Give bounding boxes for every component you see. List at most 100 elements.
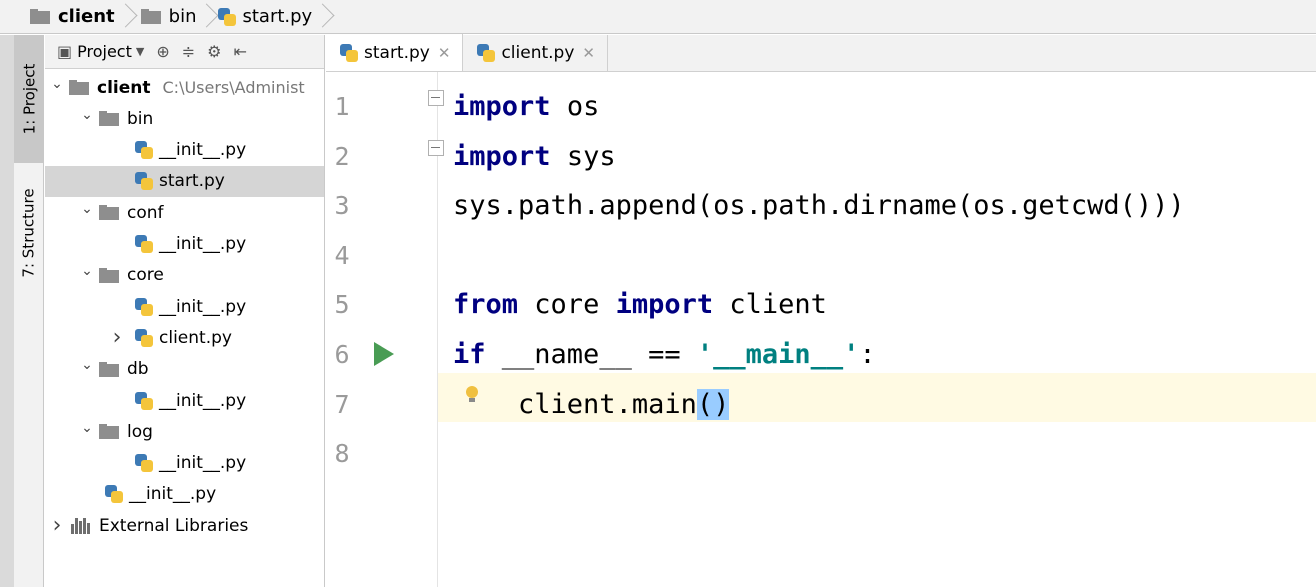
tree-row[interactable]: __init__.py [45,448,324,479]
chevron-down-icon[interactable]: ⌄ [49,76,65,92]
editor-tab-start-py[interactable]: start.py ✕ [326,34,464,71]
chevron-down-icon[interactable]: ⌄ [79,107,95,123]
scroll-from-source-icon[interactable]: ⊕ [156,42,169,61]
editor-tab-bar: start.py ✕ client.py ✕ [326,34,1316,72]
chevron-right-icon[interactable]: › [109,325,125,350]
tree-label: __init__.py [159,140,247,161]
code-line[interactable]: 6 if __name__ == '__main__': [326,330,1316,379]
tree-row[interactable]: __init__.py [45,385,324,416]
tab-project[interactable]: 1: Project [14,35,44,163]
chevron-down-icon: ▼ [135,45,145,58]
line-number: 4 [334,240,350,270]
chevron-right-icon[interactable]: › [49,513,65,538]
tree-row[interactable]: ⌄ client C:\Users\Administ [45,72,324,103]
chevron-down-icon[interactable]: ⌄ [79,357,95,373]
tab-structure-label: 7: Structure [20,188,38,278]
code-token: == [631,339,697,370]
project-toolbar: ▣ Project ▼ ⊕ ≑ ⚙ ⇤ [45,35,324,69]
tree-row[interactable]: __init__.py [45,291,324,322]
line-number: 2 [334,141,350,171]
folder-icon [99,205,121,221]
code-token: os [713,190,746,222]
tree-row[interactable]: __init__.py [45,229,324,260]
code-token: . [826,190,844,222]
project-view-icon: ▣ [57,42,73,61]
code-token: ( [957,190,974,222]
code-line[interactable]: 8 [326,429,1316,478]
close-icon[interactable]: ✕ [438,44,451,62]
code-line[interactable]: 4 [326,231,1316,280]
folder-icon [99,361,121,377]
breadcrumb-item-client[interactable]: client [26,0,115,34]
code-line[interactable]: 2 import sys [326,132,1316,181]
tree-row[interactable]: __init__.py [45,479,324,510]
code-token: () [1119,190,1153,222]
keyword-token: import [453,140,551,172]
tree-row[interactable]: › client.py [45,322,324,353]
code-line[interactable]: 3 sys.path.append(os.path.dirname(os.getc… [326,181,1316,230]
chevron-down-icon[interactable]: ⌄ [79,420,95,436]
code-token: sys [453,190,502,222]
tree-row[interactable]: ⌄ db [45,354,324,385]
collapse-all-icon[interactable]: ≑ [182,42,195,61]
code-text: from core import client [453,289,827,320]
breadcrumb-item-bin[interactable]: bin [137,0,197,34]
project-view-label: Project [77,42,132,61]
tree-path-hint: C:\Users\Administ [162,78,305,97]
code-token: client [729,289,827,321]
tab-project-label: 1: Project [20,63,38,135]
gear-icon[interactable]: ⚙ [207,42,221,61]
python-file-icon [340,43,358,62]
tree-label: client.py [159,327,232,348]
project-panel: ▣ Project ▼ ⊕ ≑ ⚙ ⇤ ⌄ client C:\Users\Admi… [45,35,325,587]
tree-row[interactable]: start.py [45,165,324,197]
close-icon[interactable]: ✕ [582,44,595,62]
python-file-icon [135,328,153,347]
keyword-token: import [615,289,714,321]
folder-icon [99,111,121,127]
editor-tab-client-py[interactable]: client.py ✕ [463,35,608,71]
code-token: . [745,190,762,222]
folder-icon [99,267,121,283]
tree-label: conf [127,202,164,223]
tree-label: start.py [159,171,225,192]
line-number: 7 [334,389,350,419]
breadcrumb-item-start-py[interactable]: start.py [218,0,312,34]
code-token: os [973,190,1006,222]
python-file-icon [135,172,153,191]
line-number: 8 [334,439,350,469]
tree-row[interactable]: __init__.py [45,135,324,166]
python-file-icon [477,44,496,62]
code-line[interactable]: 5 from core import client [326,280,1316,329]
tab-structure[interactable]: 7: Structure [14,173,44,293]
project-view-selector[interactable]: ▣ Project ▼ [57,42,144,61]
tree-row[interactable]: ⌄ conf [45,197,324,228]
python-file-icon [135,235,153,253]
breadcrumb-label: bin [168,6,197,27]
code-token: . [1005,190,1023,222]
code-line[interactable]: 1 import os [326,82,1316,131]
folder-icon [69,80,91,95]
editor: start.py ✕ client.py ✕ 1 import os 2 import… [326,34,1316,587]
python-file-icon [105,485,123,504]
tree-row[interactable]: ⌄ log [45,416,324,447]
chevron-down-icon[interactable]: ⌄ [79,263,95,279]
editor-tab-label: client.py [501,43,575,63]
code-text: import sys [453,141,616,172]
tree-label: External Libraries [99,515,249,536]
tree-row[interactable]: › External Libraries [45,510,324,541]
breadcrumb-label: client [58,6,115,27]
chevron-down-icon[interactable]: ⌄ [79,201,95,217]
lightbulb-icon[interactable] [466,385,478,402]
code-text: import os [453,91,599,122]
tree-row[interactable]: ⌄ bin [45,103,324,134]
code-token: )) [1152,190,1185,222]
hide-panel-icon[interactable]: ⇤ [234,42,247,61]
tree-label: bin [127,108,154,129]
code-area[interactable]: 1 import os 2 import sys 3 sys.path.append(os… [326,72,1316,587]
line-number: 6 [334,340,350,369]
keyword-token: from [453,289,519,321]
tree-row[interactable]: ⌄ core [45,260,324,291]
code-token: __name__ [501,339,632,370]
